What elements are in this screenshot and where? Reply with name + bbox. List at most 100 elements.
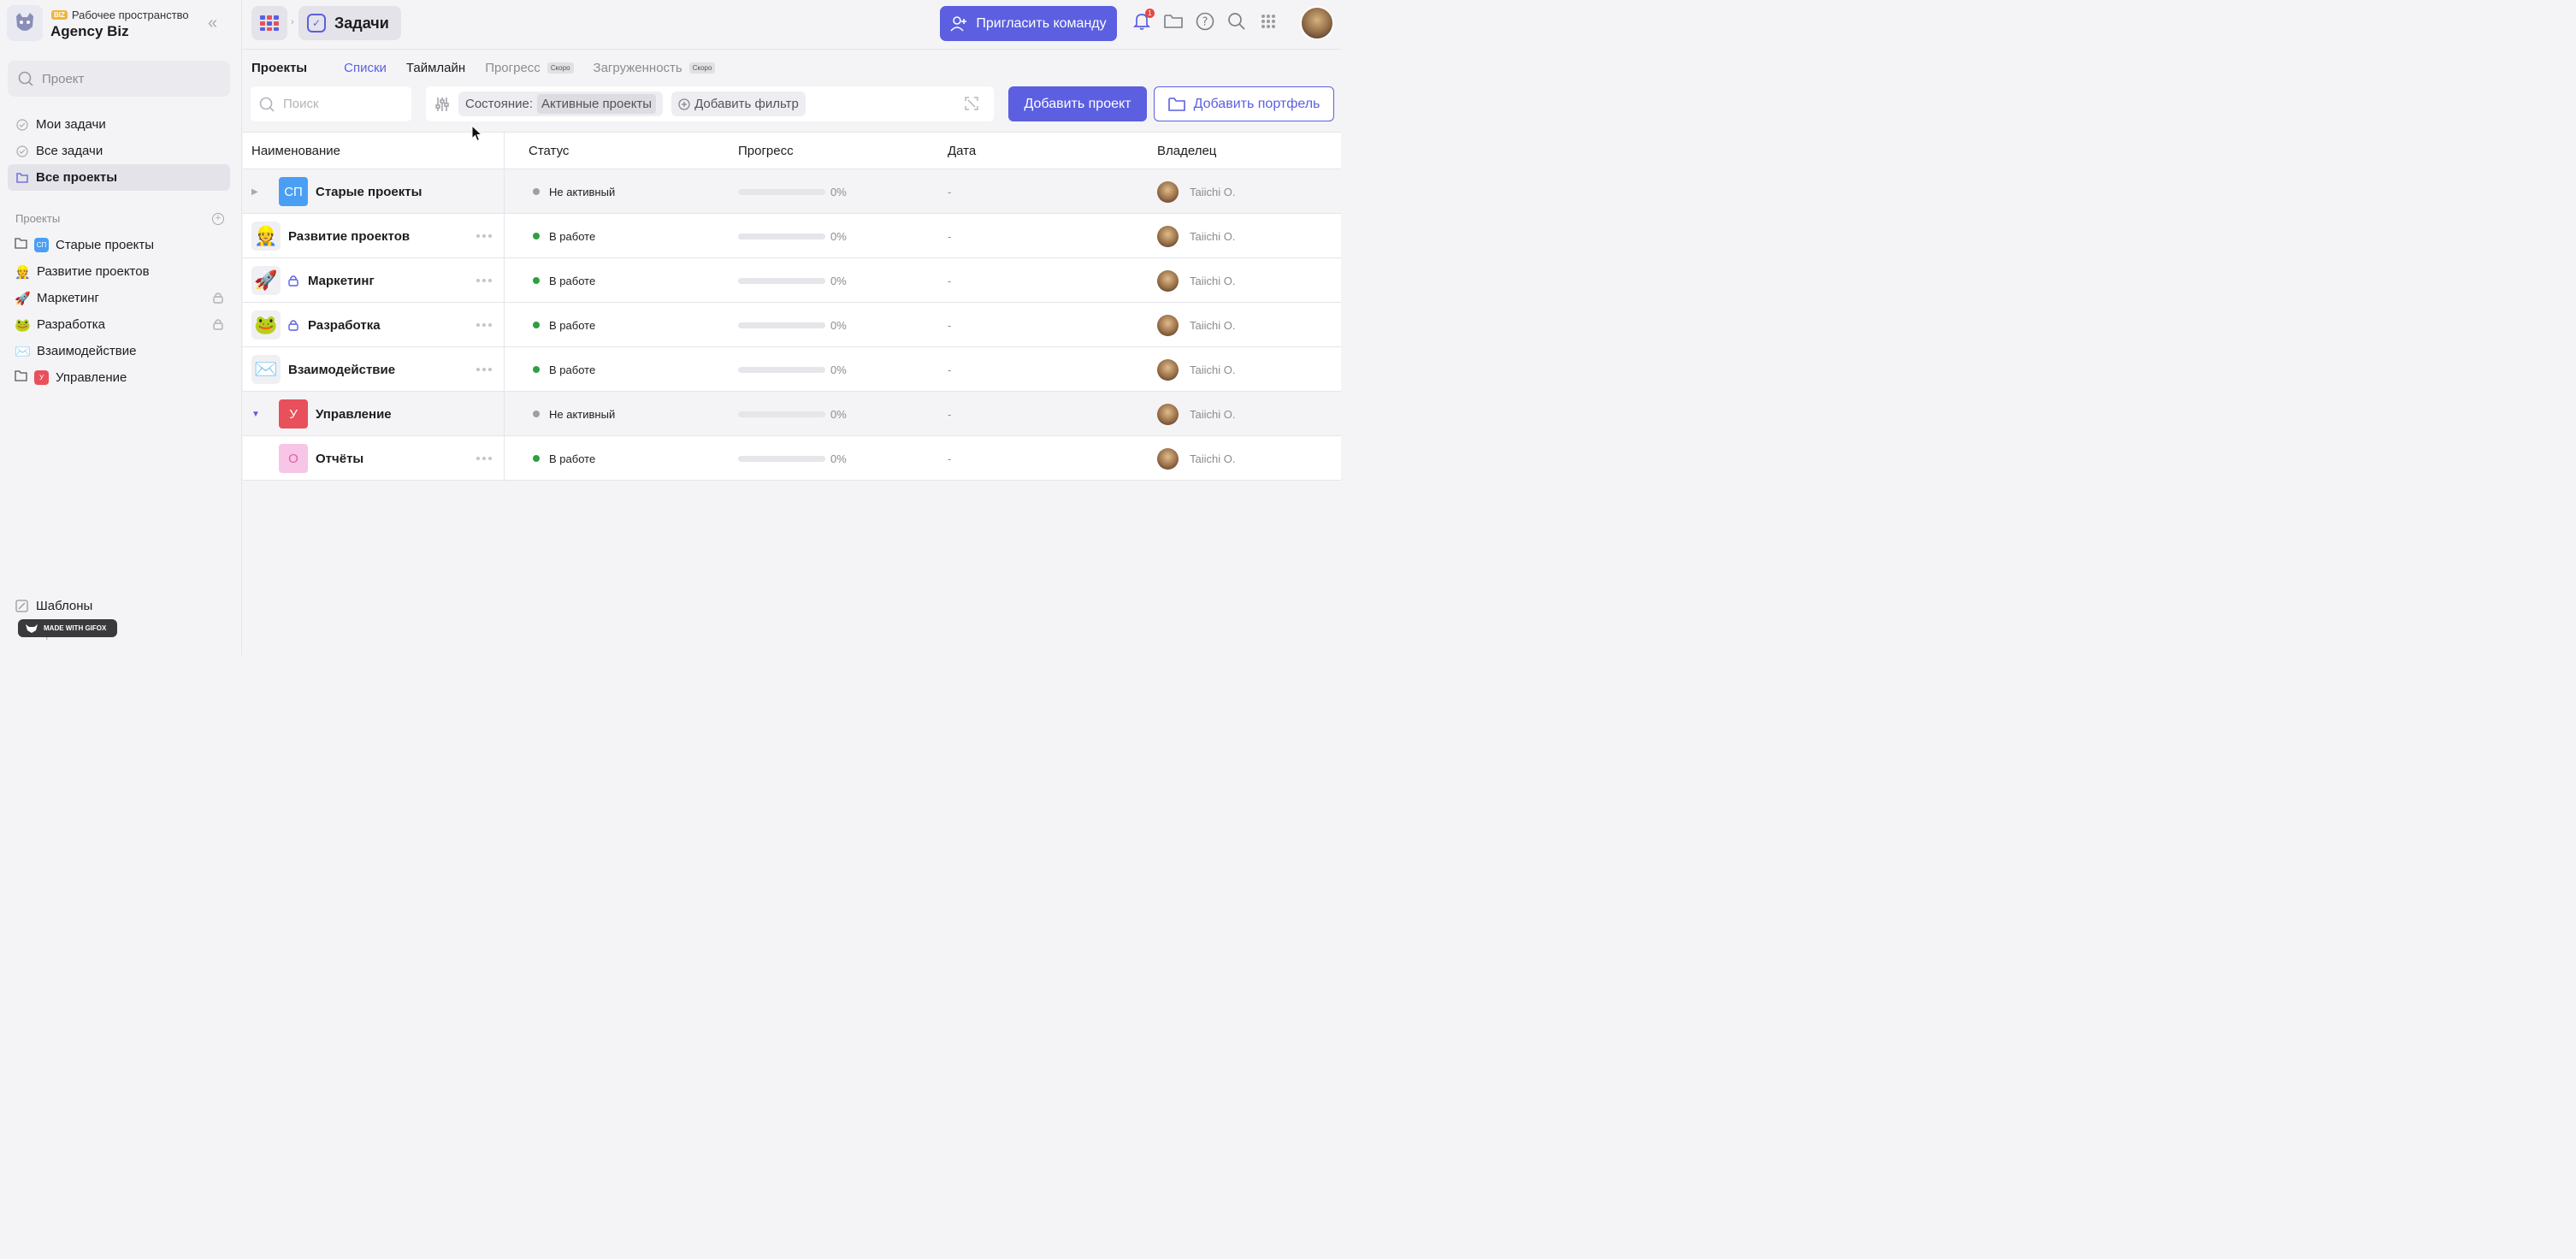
owner-cell[interactable]: Taiichi O. [1157, 347, 1235, 392]
date-cell[interactable]: - [948, 258, 951, 303]
templates-label: Шаблоны [36, 598, 93, 613]
column-header-owner[interactable]: Владелец [1157, 144, 1216, 158]
owner-cell[interactable]: Taiichi O. [1157, 169, 1235, 214]
search-icon[interactable] [1227, 12, 1246, 31]
caret-down-icon[interactable]: ▼ [251, 410, 262, 419]
tab-item[interactable]: Прогресс Скоро [485, 61, 574, 75]
more-options-icon[interactable] [476, 368, 492, 371]
add-portfolio-button[interactable]: Добавить портфель [1154, 86, 1334, 121]
status-dot-icon [533, 322, 540, 328]
state-filter-chip[interactable]: Состояние: Активные проекты [458, 92, 664, 116]
collapse-sidebar-icon[interactable]: « [208, 14, 217, 33]
status-cell[interactable]: В работе [533, 258, 595, 303]
notifications-count-badge: 1 [1145, 9, 1155, 18]
project-name[interactable]: Отчёты [316, 452, 363, 466]
column-header-name[interactable]: Наименование [251, 144, 340, 158]
project-emoji-icon: 🚀 [251, 266, 281, 295]
table-row[interactable]: 🐸 Разработка В работе 0% - Taiichi O. [243, 303, 1341, 347]
filter-sliders-icon[interactable] [434, 97, 450, 112]
sidebar-project-label: Старые проекты [56, 238, 155, 252]
progress-bar [738, 277, 825, 284]
breadcrumb-tasks[interactable]: ✓ Задачи [298, 6, 401, 40]
search-placeholder: Поиск [283, 97, 319, 111]
folder-icon[interactable] [1164, 12, 1183, 31]
column-header-status[interactable]: Статус [529, 144, 569, 158]
sidebar-project-item[interactable]: ✉️ Взаимодействие [8, 338, 230, 364]
status-cell[interactable]: Не активный [533, 169, 615, 214]
project-name[interactable]: Развитие проектов [288, 229, 410, 244]
owner-cell[interactable]: Taiichi O. [1157, 258, 1235, 303]
templates-link[interactable]: Шаблоны [15, 596, 224, 615]
tab-label: Загруженность [593, 61, 682, 75]
progress-bar [738, 233, 825, 239]
project-name[interactable]: Взаимодействие [288, 363, 395, 377]
project-name[interactable]: Маркетинг [308, 274, 375, 288]
column-header-date[interactable]: Дата [948, 144, 976, 158]
invite-team-button[interactable]: Пригласить команду [940, 6, 1117, 41]
more-options-icon[interactable] [476, 234, 492, 238]
sidebar-project-item[interactable]: 🐸 Разработка [8, 311, 230, 338]
owner-cell[interactable]: Taiichi O. [1157, 392, 1235, 436]
sidebar-project-item[interactable]: СП Старые проекты [8, 232, 230, 258]
tab-item[interactable]: Таймлайн [406, 61, 465, 75]
more-options-icon[interactable] [476, 457, 492, 460]
search-input[interactable]: Поиск [251, 86, 411, 121]
table-row[interactable]: ▶ СП Старые проекты Не активный 0% - Taiichi O… [243, 169, 1341, 214]
date-cell[interactable]: - [948, 169, 951, 214]
sidebar-project-item[interactable]: У Управление [8, 364, 230, 391]
workspace-switcher[interactable]: BIZ Рабочее пространство Agency Biz [7, 5, 238, 44]
date-cell[interactable]: - [948, 347, 951, 392]
date-cell[interactable]: - [948, 214, 951, 258]
more-options-icon[interactable] [476, 279, 492, 282]
owner-cell[interactable]: Taiichi O. [1157, 214, 1235, 258]
workspace-logo [7, 5, 43, 41]
tab-item[interactable]: Загруженность Скоро [594, 61, 716, 75]
status-cell[interactable]: В работе [533, 303, 595, 347]
column-header-progress[interactable]: Прогресс [738, 144, 794, 158]
tab-label: Списки [344, 61, 387, 75]
projects-section-header: Проекты + [15, 212, 224, 225]
sidebar-nav-item[interactable]: Все проекты [8, 164, 230, 191]
table-row[interactable]: О Отчёты В работе 0% - Taiichi O. [243, 436, 1341, 481]
sidebar-nav-item[interactable]: Все задачи [8, 138, 230, 164]
table-row[interactable]: 👷 Развитие проектов В работе 0% - Taiichi O. [243, 214, 1341, 258]
expand-icon[interactable] [965, 97, 978, 110]
status-cell[interactable]: Не активный [533, 392, 615, 436]
project-name[interactable]: Старые проекты [316, 185, 422, 199]
date-cell[interactable]: - [948, 303, 951, 347]
add-filter-button[interactable]: Добавить фильтр [671, 92, 806, 116]
add-project-button[interactable]: Добавить проект [1008, 86, 1147, 121]
sidebar-nav-item[interactable]: Мои задачи [8, 111, 230, 138]
table-row[interactable]: ✉️ Взаимодействие В работе 0% - Taiichi O. [243, 347, 1341, 392]
lock-icon [288, 275, 298, 287]
apps-menu-button[interactable] [251, 6, 287, 40]
help-icon[interactable]: ? [1196, 12, 1214, 31]
sidebar-project-label: Разработка [37, 317, 105, 332]
tab-item[interactable]: Списки [344, 61, 387, 75]
user-avatar[interactable] [1300, 6, 1334, 40]
notifications-bell-icon[interactable]: 1 [1132, 9, 1155, 31]
sidebar-nav-label: Мои задачи [36, 117, 106, 132]
project-name[interactable]: Разработка [308, 318, 381, 333]
sidebar: BIZ Рабочее пространство Agency Biz « Пр… [0, 0, 242, 655]
add-project-icon[interactable]: + [212, 212, 224, 225]
sidebar-project-item[interactable]: 🚀 Маркетинг [8, 285, 230, 311]
owner-avatar [1157, 403, 1179, 425]
owner-cell[interactable]: Taiichi O. [1157, 303, 1235, 347]
apps-dots-icon[interactable] [1259, 12, 1278, 31]
caret-right-icon[interactable]: ▶ [251, 187, 262, 197]
project-badge: СП [34, 238, 49, 252]
project-name[interactable]: Управление [316, 407, 392, 422]
project-search-input[interactable]: Проект [8, 61, 230, 97]
sidebar-project-item[interactable]: 👷 Развитие проектов [8, 258, 230, 285]
owner-cell[interactable]: Taiichi O. [1157, 436, 1235, 481]
table-row[interactable]: 🚀 Маркетинг В работе 0% - Taiichi O. [243, 258, 1341, 303]
status-cell[interactable]: В работе [533, 214, 595, 258]
date-cell[interactable]: - [948, 436, 951, 481]
status-cell[interactable]: В работе [533, 347, 595, 392]
more-options-icon[interactable] [476, 323, 492, 327]
progress-label: 0% [830, 185, 847, 198]
table-row[interactable]: ▼ У Управление Не активный 0% - Taiichi O. [243, 392, 1341, 436]
date-cell[interactable]: - [948, 392, 951, 436]
status-cell[interactable]: В работе [533, 436, 595, 481]
